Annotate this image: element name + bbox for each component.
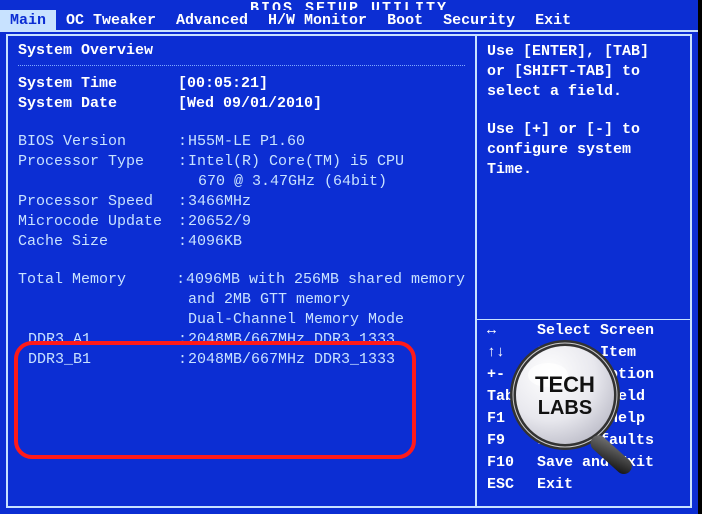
- help-line: configure system Time.: [487, 140, 680, 180]
- bios-title: BIOS SETUP UTILITY: [0, 0, 698, 10]
- key-label: Load Defaults: [537, 430, 680, 452]
- microcode-label: Microcode Update: [18, 212, 178, 232]
- bios-version-label: BIOS Version: [18, 132, 178, 152]
- key-label: Select Item: [537, 342, 680, 364]
- total-memory-label: Total Memory: [18, 270, 176, 290]
- cache-size-value: 4096KB: [188, 232, 465, 252]
- key-sym-tab: Tab: [487, 386, 537, 408]
- key-label: Exit: [537, 474, 680, 496]
- cache-size-label: Cache Size: [18, 232, 178, 252]
- ddr3-a1-value: 2048MB/667MHz DDR3_1333: [188, 330, 465, 350]
- processor-type-value: Intel(R) Core(TM) i5 CPU: [188, 152, 465, 172]
- divider: [18, 65, 465, 66]
- total-memory-value: 4096MB with 256MB shared memory: [186, 270, 465, 290]
- key-sym-ud: ↑↓: [487, 342, 537, 364]
- key-label: Select Field: [537, 386, 680, 408]
- menu-bar: Main OC Tweaker Advanced H/W Monitor Boo…: [0, 10, 698, 32]
- key-sym-f1: F1: [487, 408, 537, 430]
- key-sym-pm: +-: [487, 364, 537, 386]
- left-panel: System Overview System Time [00:05:21] S…: [6, 34, 476, 508]
- key-label: Select Screen: [537, 320, 680, 342]
- right-panel: Use [ENTER], [TAB] or [SHIFT-TAB] to sel…: [476, 34, 692, 508]
- menu-oc-tweaker[interactable]: OC Tweaker: [56, 10, 166, 30]
- menu-security[interactable]: Security: [433, 10, 525, 30]
- menu-advanced[interactable]: Advanced: [166, 10, 258, 30]
- key-sym-lr: ↔: [487, 320, 537, 342]
- system-date-label: System Date: [18, 94, 178, 114]
- key-label: Change Option: [537, 364, 680, 386]
- help-line: or [SHIFT-TAB] to: [487, 62, 680, 82]
- ddr3-b1-label: DDR3_B1: [18, 350, 178, 370]
- menu-exit[interactable]: Exit: [525, 10, 581, 30]
- system-time-label: System Time: [18, 74, 178, 94]
- processor-type-label: Processor Type: [18, 152, 178, 172]
- ddr3-b1-value: 2048MB/667MHz DDR3_1333: [188, 350, 465, 370]
- memory-mode: Dual-Channel Memory Mode: [188, 310, 465, 330]
- key-sym-esc: ESC: [487, 474, 537, 496]
- system-time-value[interactable]: [00:05:21]: [178, 74, 465, 94]
- ddr3-a1-label: DDR3_A1: [18, 330, 178, 350]
- system-date-value[interactable]: [Wed 09/01/2010]: [178, 94, 465, 114]
- menu-main[interactable]: Main: [0, 10, 56, 30]
- key-sym-f10: F10: [487, 452, 537, 474]
- help-line: Use [ENTER], [TAB]: [487, 42, 680, 62]
- total-memory-value-2: and 2MB GTT memory: [188, 290, 465, 310]
- help-line: Use [+] or [-] to: [487, 120, 680, 140]
- key-legend: ↔Select Screen ↑↓Select Item +-Change Op…: [487, 319, 680, 500]
- menu-hw-monitor[interactable]: H/W Monitor: [258, 10, 377, 30]
- page-title: System Overview: [18, 42, 465, 59]
- processor-speed-value: 3466MHz: [188, 192, 465, 212]
- key-sym-f9: F9: [487, 430, 537, 452]
- microcode-value: 20652/9: [188, 212, 465, 232]
- key-label: General Help: [537, 408, 680, 430]
- bios-version-value: H55M-LE P1.60: [188, 132, 465, 152]
- key-label: Save and Exit: [537, 452, 680, 474]
- processor-speed-label: Processor Speed: [18, 192, 178, 212]
- help-line: select a field.: [487, 82, 680, 102]
- menu-boot[interactable]: Boot: [377, 10, 433, 30]
- processor-type-value-2: 670 @ 3.47GHz (64bit): [188, 172, 465, 192]
- help-text: Use [ENTER], [TAB] or [SHIFT-TAB] to sel…: [487, 42, 680, 180]
